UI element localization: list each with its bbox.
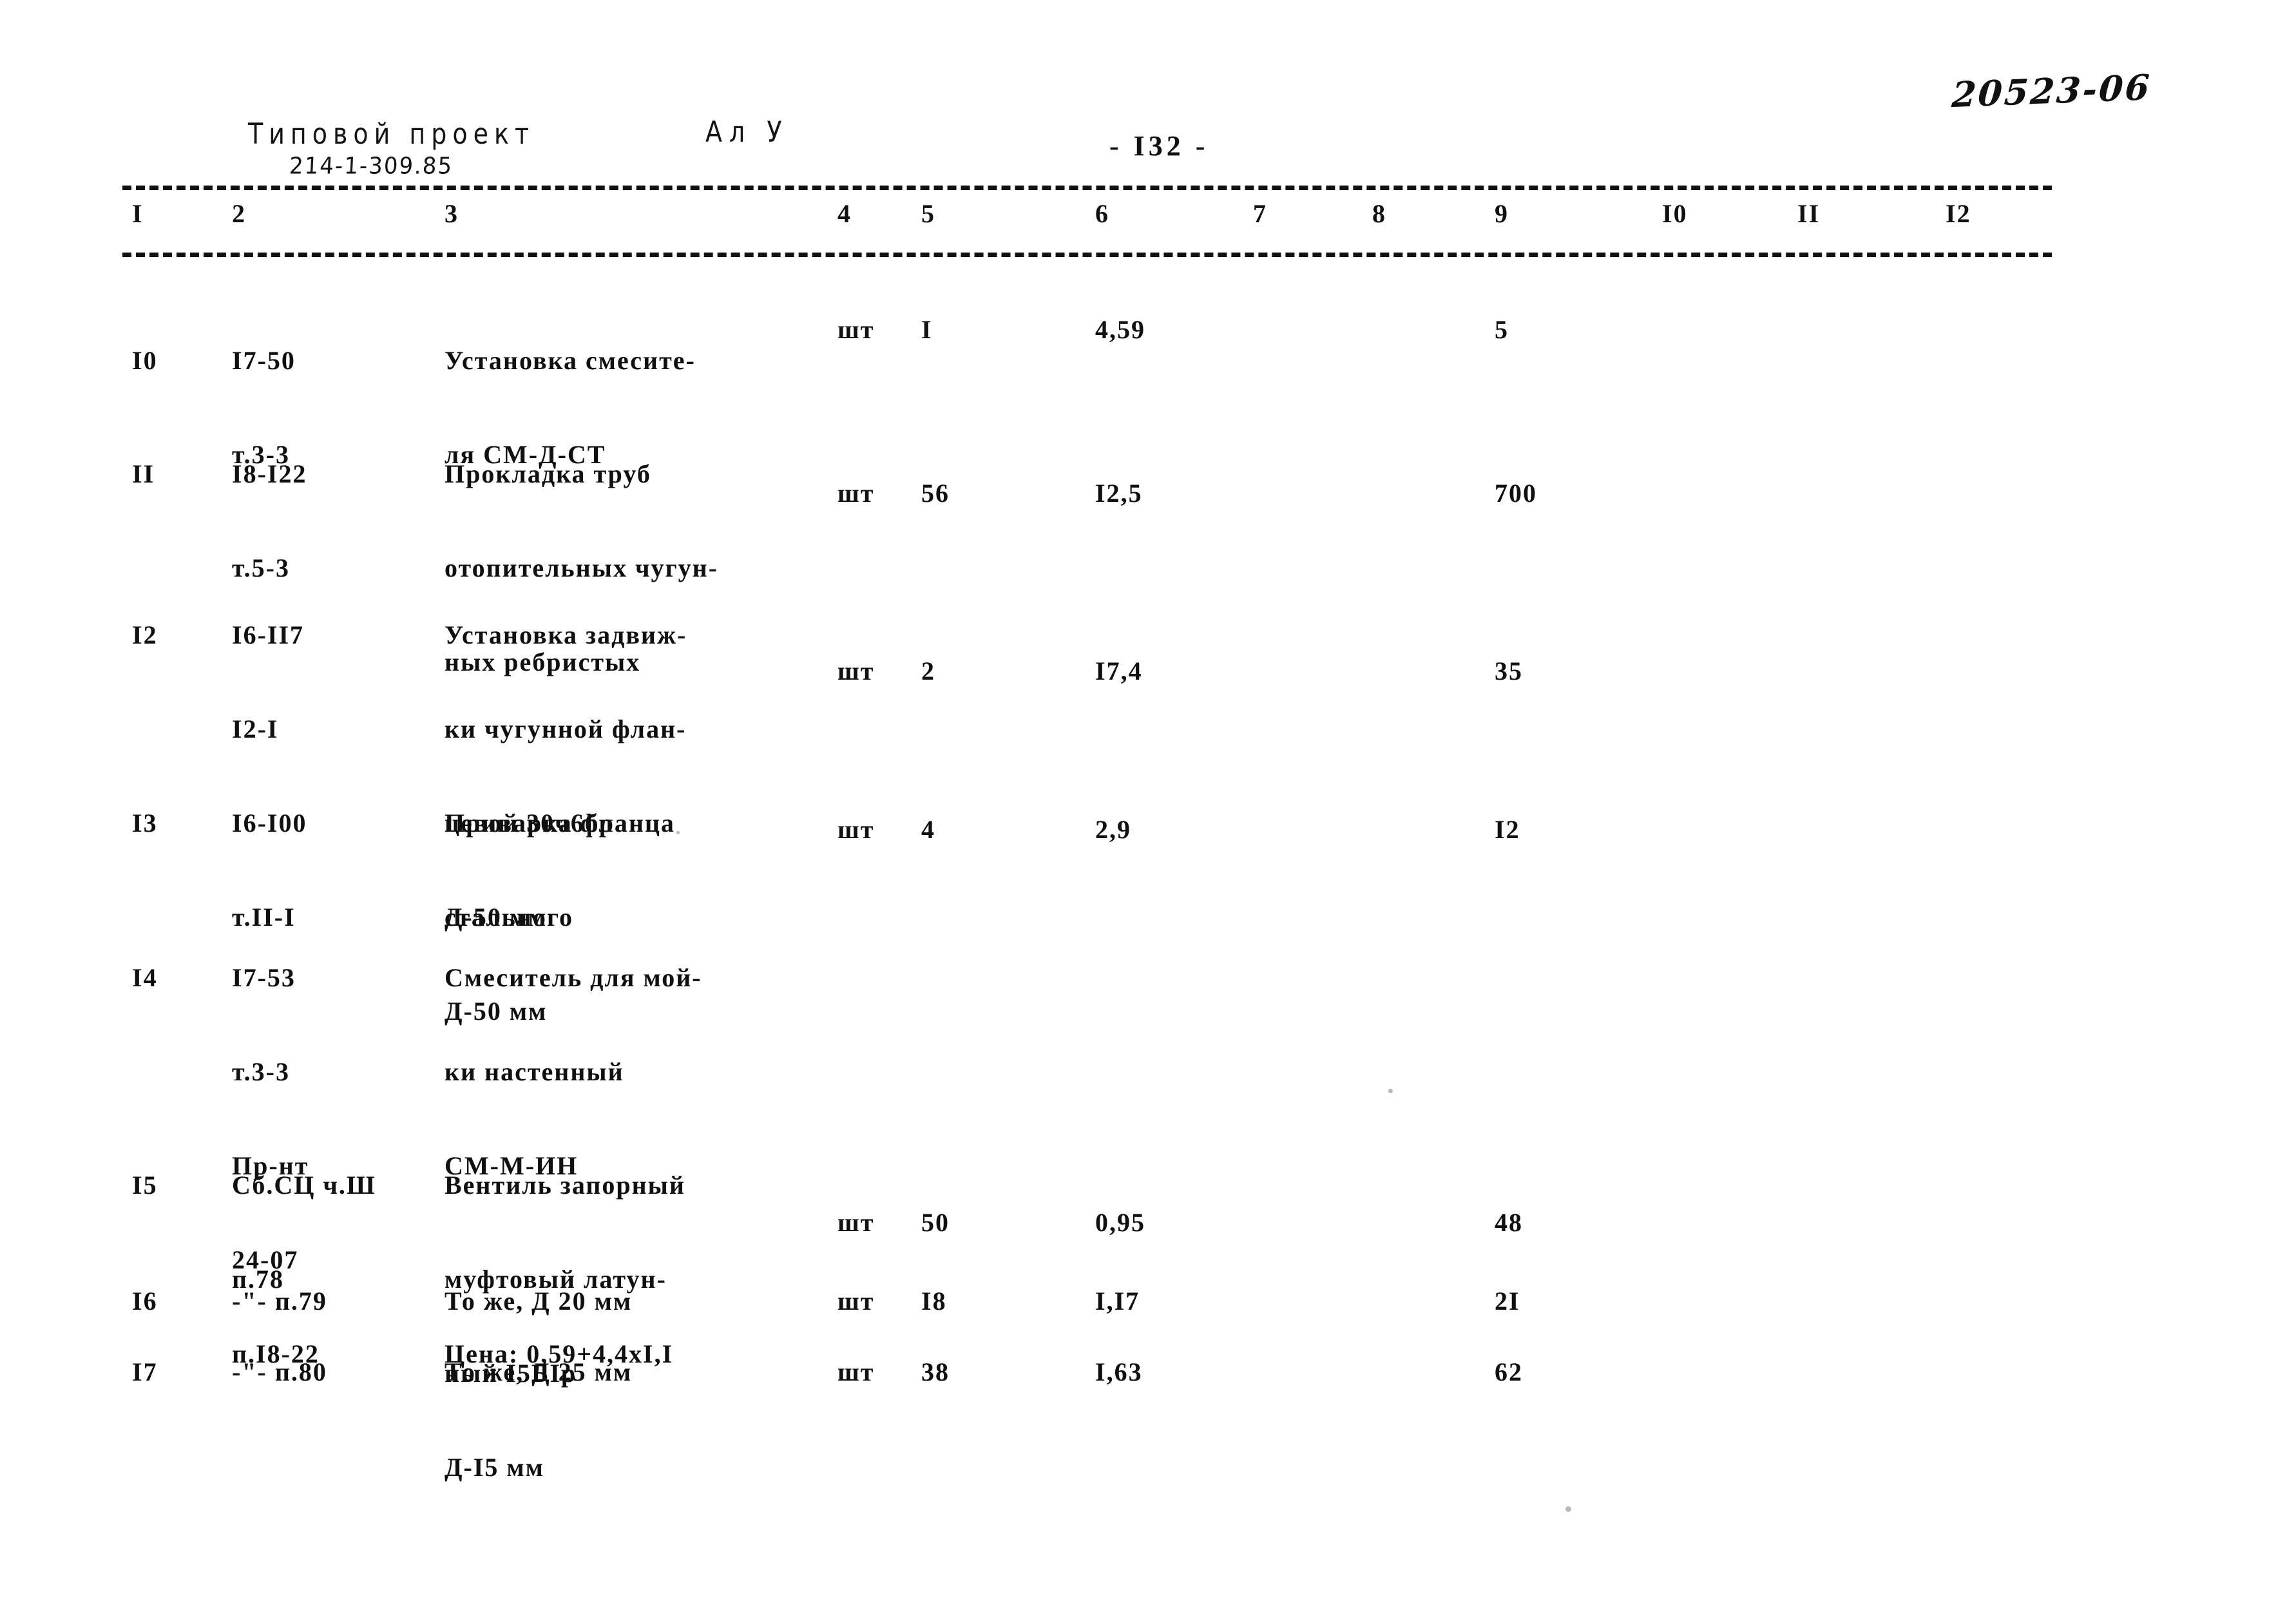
table-row: I2 <box>132 558 163 713</box>
row-number: I2 <box>132 620 158 649</box>
row-unit: шт <box>837 1287 875 1316</box>
description-line: Вентиль запорный <box>445 1171 685 1200</box>
description-line: Смеситель для мой- <box>445 963 702 992</box>
code-line: I7-50 <box>232 346 296 375</box>
row-number: I3 <box>132 809 158 838</box>
row-number: II <box>132 459 155 488</box>
row-unit: шт <box>837 1208 875 1237</box>
page-number: - I32 - <box>1109 130 1209 162</box>
code-line: I6-II7 <box>232 620 305 649</box>
code-line: т.3-3 <box>232 1057 290 1086</box>
row-unit-price: I7,4 <box>1095 656 1143 685</box>
table-rule-top <box>122 186 2052 190</box>
row-quantity: 50 <box>921 1208 950 1237</box>
row-total: 62 <box>1495 1357 1523 1386</box>
row-number: I0 <box>132 346 158 375</box>
row-number: I4 <box>132 963 158 992</box>
row-number: I5 <box>132 1171 158 1200</box>
row-number: I6 <box>132 1287 158 1316</box>
row-quantity: I <box>921 315 933 344</box>
row-unit-price: I,63 <box>1095 1357 1143 1386</box>
column-header-3: 3 <box>445 199 459 228</box>
code-line: I2-I <box>232 714 279 743</box>
row-total: 48 <box>1495 1208 1523 1237</box>
row-unit: шт <box>837 656 875 685</box>
row-quantity: 4 <box>921 815 935 844</box>
table-row: II <box>132 397 163 551</box>
row-description-cell: То же, Д 20 мм <box>445 1287 633 1316</box>
form-header-label: Типовой проект <box>248 117 535 151</box>
row-total: 35 <box>1495 656 1523 685</box>
description-line: ки настенный <box>445 1057 624 1086</box>
description-line: ки чугунной флан- <box>445 714 687 743</box>
column-header-6: 6 <box>1095 199 1109 228</box>
table-row: I3 <box>132 746 163 901</box>
album-label: Ал У <box>705 115 789 149</box>
row-number: I7 <box>132 1357 158 1386</box>
row-description-cell: То же, Д 25 мм <box>445 1357 633 1386</box>
row-unit-price: 0,95 <box>1095 1208 1145 1237</box>
table-row: I4 <box>132 901 163 1055</box>
description-line: Д-I5 мм <box>445 1453 544 1482</box>
row-total: 700 <box>1495 479 1537 508</box>
column-header-1: I <box>132 199 144 228</box>
scan-speck <box>1565 1506 1571 1512</box>
row-quantity: I8 <box>921 1287 947 1316</box>
row-description-cell: Вентиль запорный муфтовый латун- ный I5Б… <box>445 1108 685 1545</box>
code-line: I8-I22 <box>232 459 307 488</box>
row-quantity: 38 <box>921 1357 950 1386</box>
row-unit: шт <box>837 315 875 344</box>
row-unit-price: I,I7 <box>1095 1287 1140 1316</box>
archive-stamp: 20523-06 <box>1950 66 2153 116</box>
table-row: I5 <box>132 1108 163 1263</box>
column-header-8: 8 <box>1372 199 1386 228</box>
column-header-2: 2 <box>232 199 246 228</box>
code-line: I7-53 <box>232 963 296 992</box>
description-line: Прокладка труб <box>445 459 651 488</box>
row-total: 2I <box>1495 1287 1520 1316</box>
row-quantity: 56 <box>921 479 950 508</box>
row-unit-price: 4,59 <box>1095 315 1145 344</box>
row-code-cell: -"- п.79 <box>232 1287 327 1316</box>
row-code-cell: -"- п.80 <box>232 1357 327 1386</box>
column-header-7: 7 <box>1253 199 1267 228</box>
scanned-page: 20523-06 Типовой проект 214-1-309.85 Ал … <box>0 0 2296 1608</box>
row-unit-price: 2,9 <box>1095 815 1131 844</box>
column-header-10: I0 <box>1662 199 1688 228</box>
column-header-11: II <box>1797 199 1821 228</box>
project-code: 214-1-309.85 <box>289 152 454 180</box>
row-total: 5 <box>1495 315 1509 344</box>
row-unit-price: I2,5 <box>1095 479 1143 508</box>
row-total: I2 <box>1495 815 1520 844</box>
column-header-9: 9 <box>1495 199 1509 228</box>
code-line: Сб.СЦ ч.Ш <box>232 1171 376 1200</box>
description-line: Приварка фланца <box>445 809 675 838</box>
description-line: Установка смесите- <box>445 346 696 375</box>
row-quantity: 2 <box>921 656 935 685</box>
column-header-4: 4 <box>837 199 852 228</box>
row-unit: шт <box>837 815 875 844</box>
column-header-12: I2 <box>1946 199 1971 228</box>
scan-speck <box>1388 1089 1393 1093</box>
table-rule-header-bottom <box>122 253 2052 257</box>
row-unit: шт <box>837 479 875 508</box>
scan-speck <box>676 831 680 834</box>
row-code-cell: Сб.СЦ ч.Ш п.78 <box>232 1108 376 1357</box>
code-line: I6-I00 <box>232 809 307 838</box>
column-header-5: 5 <box>921 199 935 228</box>
row-unit: шт <box>837 1357 875 1386</box>
description-line: Установка задвиж- <box>445 620 687 649</box>
